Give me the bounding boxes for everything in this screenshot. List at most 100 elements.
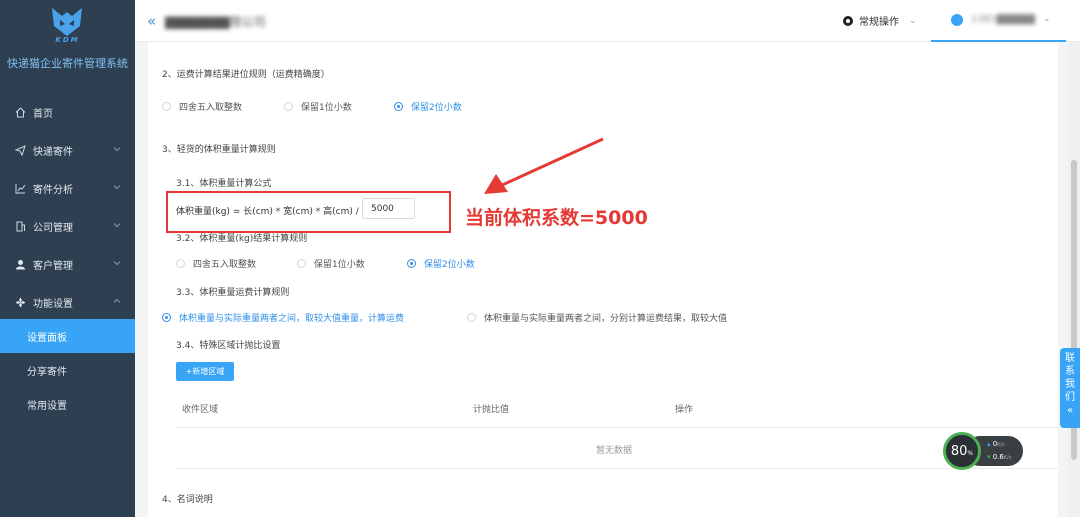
sidebar-item-home[interactable]: 首页 (0, 95, 135, 129)
radio-circle (284, 102, 293, 111)
radio-circle (467, 313, 476, 322)
sidebar-item-label: 公司管理 (33, 222, 73, 234)
radio-circle (407, 259, 416, 268)
sidebar-item-customers[interactable]: 客户管理 (0, 247, 135, 281)
chevron-down-icon (113, 147, 121, 152)
chart-icon (13, 181, 27, 195)
radio-label: 四舍五入取整数 (179, 103, 243, 113)
app-title: 快递猫企业寄件管理系统 (7, 57, 128, 70)
radio-one-decimal[interactable]: 保留1位小数 (284, 100, 352, 113)
download-unit: K/s (1003, 455, 1012, 461)
chevron-down-icon: ⌄ (909, 15, 917, 26)
chevron-down-icon (113, 223, 121, 228)
coefficient-annotation: 当前体积系数=5000 (465, 207, 648, 229)
section-3-3-title: 3.3、体积重量运费计算规则 (176, 288, 290, 298)
table-divider (176, 427, 1058, 428)
network-speed-widget[interactable]: 80% ▴ 0K/s ▾ 0.6K/s (943, 432, 1025, 470)
radio-circle (297, 259, 306, 268)
sidebar-item-analysis[interactable]: 寄件分析 (0, 171, 135, 205)
ops-icon (843, 15, 853, 26)
table-divider (176, 468, 1058, 469)
radio-label: 体积重量与实际重量两者之间，分别计算运费结果，取较大值 (484, 314, 728, 324)
usage-percent: 80 (950, 443, 968, 459)
volume-coefficient-input[interactable] (362, 198, 415, 219)
upload-speed: ▴ 0K/s (987, 440, 1005, 448)
radio-label: 四舍五入取整数 (193, 260, 257, 270)
top-header: « ▇▇▇▇▇▇▇限公司 常规操作 ⌄ 1381▇▇▇▇▇ ⌄ (135, 0, 1080, 42)
contact-char: 系 (1065, 366, 1075, 377)
table-header-region: 收件区域 (182, 405, 219, 415)
add-region-button[interactable]: +新增区域 (176, 362, 234, 381)
chevron-up-icon (113, 298, 121, 303)
section-3-2-title: 3.2、体积重量(kg)结果计算规则 (176, 234, 308, 244)
content-gutter-right (1058, 42, 1068, 517)
usage-gauge: 80% (943, 432, 981, 470)
double-chevron-left-icon: « (1066, 405, 1074, 416)
contact-char: 们 (1065, 392, 1075, 403)
cat-logo-icon (52, 8, 82, 36)
chevron-down-icon: ⌄ (1043, 14, 1051, 24)
radio-circle (162, 102, 171, 111)
sidebar-item-company[interactable]: 公司管理 (0, 209, 135, 243)
section-3-4-title: 3.4、特殊区域计抛比设置 (176, 341, 281, 351)
user-icon (13, 257, 27, 271)
logo: KDM 快递猫企业寄件管理系统 (0, 0, 135, 90)
sidebar-item-label: 快递寄件 (33, 146, 73, 158)
sidebar-subitem-share[interactable]: 分享寄件 (0, 353, 135, 387)
section-3-1-title: 3.1、体积重量计算公式 (176, 179, 272, 189)
section-3-title: 3、轻货的体积重量计算规则 (162, 145, 276, 155)
user-name: 1381▇▇▇▇▇ (971, 14, 1035, 25)
building-icon (13, 219, 27, 233)
radio-volume-two-decimals[interactable]: 保留2位小数 (407, 257, 475, 270)
sidebar-item-label: 功能设置 (33, 298, 73, 310)
sidebar-item-label: 客户管理 (33, 260, 73, 272)
table-header-actions: 操作 (675, 405, 694, 415)
settings-icon (13, 295, 27, 309)
section-2-title: 2、运费计算结果进位规则（运费精确度） (162, 70, 330, 80)
content-gutter-left (135, 42, 148, 517)
radio-label: 保留2位小数 (424, 260, 475, 270)
chevron-down-icon (113, 185, 121, 190)
radio-take-max-fee[interactable]: 体积重量与实际重量两者之间，分别计算运费结果，取较大值 (467, 311, 727, 324)
annotation-arrow (484, 137, 604, 194)
table-header-ratio: 计抛比值 (473, 405, 510, 415)
logo-text: KDM (55, 36, 80, 44)
radio-volume-round-integer[interactable]: 四舍五入取整数 (176, 257, 256, 270)
section-4-title: 4、名词说明 (162, 495, 213, 505)
radio-circle (162, 313, 171, 322)
sidebar-item-settings[interactable]: 功能设置 (0, 285, 135, 319)
radio-two-decimals[interactable]: 保留2位小数 (394, 100, 462, 113)
ops-menu[interactable]: 常规操作 ⌄ (843, 13, 917, 28)
sidebar: KDM 快递猫企业寄件管理系统 首页 快递寄件 寄件分析 公司管理 客户管理 功… (0, 0, 135, 517)
user-menu[interactable]: 1381▇▇▇▇▇ ⌄ (931, 0, 1066, 42)
user-avatar-icon (951, 14, 963, 26)
radio-label: 保留1位小数 (314, 260, 365, 270)
radio-round-integer[interactable]: 四舍五入取整数 (162, 100, 242, 113)
radio-volume-one-decimal[interactable]: 保留1位小数 (297, 257, 365, 270)
usage-percent-unit: % (967, 450, 974, 457)
radio-circle (394, 102, 403, 111)
contact-char: 联 (1065, 353, 1075, 364)
radio-label: 体积重量与实际重量两者之间，取较大值重量，计算运费 (179, 314, 405, 324)
volume-formula: 体积重量(kg) = 长(cm) * 宽(cm) * 高(cm) / (176, 207, 359, 217)
radio-take-max-weight[interactable]: 体积重量与实际重量两者之间，取较大值重量，计算运费 (162, 311, 404, 324)
contact-us-tab[interactable]: 联 系 我 们 « (1060, 348, 1080, 428)
contact-char: 我 (1065, 379, 1075, 390)
upload-unit: K/s (997, 442, 1005, 448)
company-name: ▇▇▇▇▇▇▇限公司 (165, 15, 266, 29)
download-speed: ▾ 0.6K/s (987, 453, 1011, 461)
download-value: 0.6 (992, 453, 1004, 461)
radio-label: 保留1位小数 (301, 103, 352, 113)
sidebar-item-send[interactable]: 快递寄件 (0, 133, 135, 167)
collapse-sidebar-button[interactable]: « (147, 12, 156, 30)
empty-table-message: 暂无数据 (596, 446, 633, 456)
sidebar-subitem-common-settings[interactable]: 常用设置 (0, 387, 135, 421)
sidebar-subitem-settings-panel[interactable]: 设置面板 (0, 319, 135, 353)
sidebar-item-label: 寄件分析 (33, 184, 73, 196)
chevron-down-icon (113, 261, 121, 266)
home-icon (13, 105, 27, 119)
send-icon (13, 143, 27, 157)
radio-label: 保留2位小数 (411, 103, 462, 113)
radio-circle (176, 259, 185, 268)
sidebar-item-label: 首页 (33, 108, 53, 120)
